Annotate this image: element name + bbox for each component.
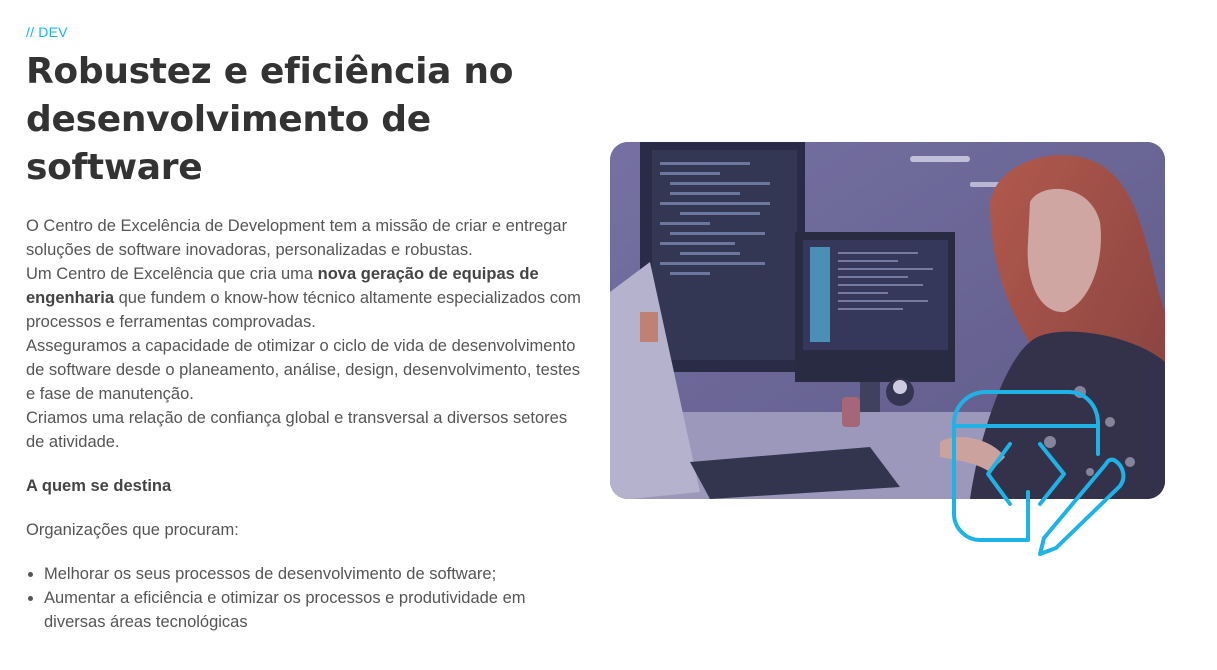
- audience-list: Melhorar os seus processos de desenvolvi…: [26, 562, 582, 634]
- description-paragraph-2: Um Centro de Excelência que cria uma nov…: [26, 262, 582, 334]
- dev-section: // DEV Robustez e eficiência no desenvol…: [0, 0, 1217, 670]
- description-paragraph-1: O Centro de Excelência de Development te…: [26, 217, 568, 259]
- description-paragraph-2-start: Um Centro de Excelência que cria uma: [26, 265, 318, 283]
- section-eyebrow: // DEV: [26, 24, 68, 40]
- description-paragraph-4: Criamos uma relação de confiança global …: [26, 409, 568, 451]
- section-title: Robustez e eficiência no desenvolvimento…: [26, 51, 514, 188]
- list-item: Melhorar os seus processos de desenvolvi…: [44, 562, 582, 586]
- list-item: Aumentar a eficiência e otimizar os proc…: [44, 586, 582, 634]
- description: O Centro de Excelência de Development te…: [26, 214, 582, 454]
- description-paragraph-3: Asseguramos a capacidade de otimizar o c…: [26, 337, 581, 403]
- text-column: // DEV Robustez e eficiência no desenvol…: [26, 22, 582, 634]
- audience-intro: Organizações que procuram:: [26, 521, 239, 539]
- code-window-pencil-icon: [952, 390, 1126, 556]
- audience-heading: A quem se destina: [26, 477, 172, 495]
